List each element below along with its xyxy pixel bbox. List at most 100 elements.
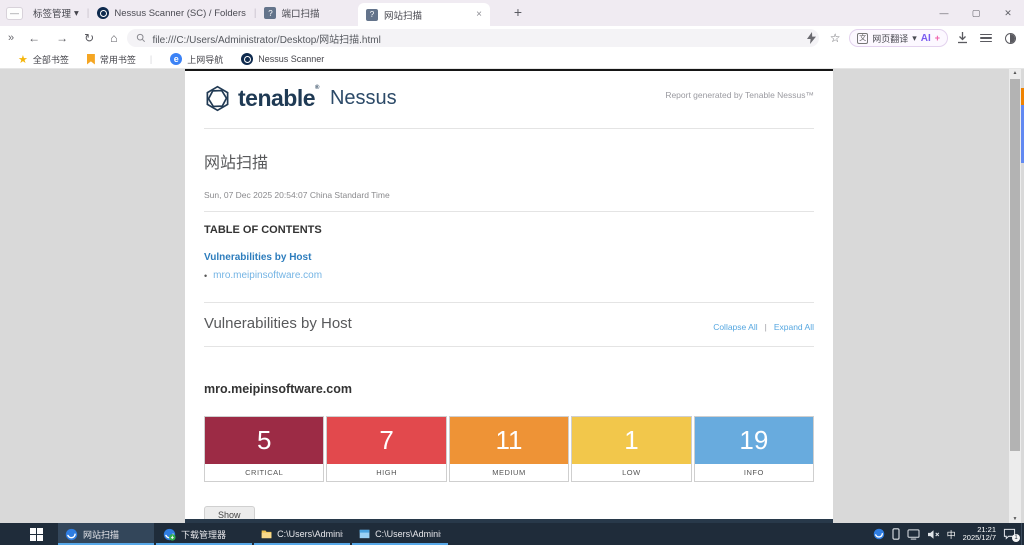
star-icon: ★ — [18, 53, 28, 66]
network-display-icon[interactable] — [907, 529, 920, 540]
phone-link-icon[interactable] — [892, 528, 900, 540]
bookmarks-bar: ★ 全部书签 常用书签 | e 上网导航 Nessus Scanner — [0, 50, 1024, 69]
quick-access-lightning-icon[interactable] — [801, 32, 821, 44]
html-doc-icon: ? — [264, 7, 276, 19]
bookmark-all[interactable]: ★ 全部书签 — [18, 53, 69, 66]
bullet: • — [204, 271, 207, 281]
severity-cell-medium: 11 MEDIUM — [449, 416, 569, 482]
theme-circle-icon[interactable] — [1000, 33, 1020, 44]
brand-nessus-text: Nessus — [330, 87, 397, 110]
taskbar-item-file-window[interactable]: C:\Users\Adminis... — [352, 523, 448, 545]
translate-label: 网页翻译 — [872, 32, 908, 45]
tenable-nessus-logo: tenable® Nessus — [204, 85, 397, 112]
taskbar-item-website-scan[interactable]: 网站扫描 — [58, 523, 154, 545]
high-count: 7 — [327, 417, 445, 464]
translate-icon: 文 — [857, 33, 868, 44]
close-button[interactable]: ✕ — [992, 0, 1024, 26]
desktop-screen: — 标签管理 ▾ | Nessus Scanner (SC) / Folders… — [0, 0, 1024, 545]
report-header: tenable® Nessus Report generated by Tena… — [204, 85, 814, 112]
minimize-button[interactable]: — — [928, 0, 960, 26]
bookmark-nessus-scanner[interactable]: Nessus Scanner — [241, 53, 324, 65]
window-icon — [359, 528, 370, 540]
tab-port-scan[interactable]: ? 端口扫描 — [264, 6, 319, 20]
close-tab-icon[interactable]: × — [476, 9, 482, 20]
taskbar-item-folder[interactable]: C:\Users\Adminis... — [254, 523, 350, 545]
expand-all-link[interactable]: Expand All — [774, 322, 814, 332]
bookmarks-separator: | — [150, 54, 152, 64]
host-heading: mro.meipinsoftware.com — [204, 382, 814, 396]
info-label: INFO — [695, 464, 813, 481]
volume-muted-icon[interactable] — [927, 529, 940, 540]
ai-button[interactable]: AI — [921, 33, 931, 44]
toc-host-link[interactable]: mro.meipinsoftware.com — [213, 270, 322, 281]
ime-indicator[interactable]: 中 — [947, 528, 956, 541]
section-actions: Collapse All | Expand All — [713, 322, 814, 332]
collapse-all-link[interactable]: Collapse All — [713, 322, 757, 332]
maximize-button[interactable]: ▢ — [960, 0, 992, 26]
scroll-down-icon[interactable]: ▼ — [1009, 516, 1021, 522]
bookmark-star-icon[interactable]: ☆ — [825, 31, 845, 45]
workspace-icon[interactable]: — — [6, 7, 23, 20]
windows-taskbar: 网站扫描 下载管理器 C:\Users\Adminis... — [0, 523, 1024, 545]
browser-viewport: tenable® Nessus Report generated by Tena… — [0, 69, 1024, 523]
critical-count: 5 — [205, 417, 323, 464]
toc-heading: TABLE OF CONTENTS — [204, 224, 814, 236]
tab-manager-button[interactable]: 标签管理 ▾ — [33, 6, 79, 20]
new-tab-button[interactable]: + — [508, 2, 528, 22]
globe-e-icon: e — [170, 53, 182, 65]
reload-icon[interactable]: ↻ — [76, 31, 102, 45]
nessus-favicon-icon — [97, 7, 109, 19]
clock-date: 2025/12/7 — [963, 534, 996, 543]
divider — [204, 302, 814, 303]
scrollbar-thumb[interactable] — [1010, 79, 1020, 451]
forward-icon[interactable]: → — [48, 31, 76, 45]
downloads-icon[interactable] — [952, 32, 972, 44]
critical-label: CRITICAL — [205, 464, 323, 481]
translate-pill[interactable]: 文 网页翻译 ▾ AI + — [849, 29, 948, 47]
search-icon — [136, 33, 146, 43]
tab-nessus-scanner[interactable]: Nessus Scanner (SC) / Folders — [97, 7, 245, 19]
ai-plus-icon: + — [935, 33, 940, 43]
system-tray: 中 21:21 2025/12/7 1 — [873, 523, 1024, 545]
bookmark-label: 上网导航 — [187, 53, 223, 66]
registered-mark: ® — [315, 85, 319, 91]
tab-manager-label: 标签管理 — [33, 6, 71, 20]
home-icon[interactable]: ⌂ — [102, 31, 125, 45]
links-separator: | — [765, 322, 767, 332]
tab-website-scan-active[interactable]: ? 网站扫描 × — [358, 3, 490, 26]
taskbar-item-download-manager[interactable]: 下载管理器 — [156, 523, 252, 545]
divider — [204, 346, 814, 347]
page-scrollbar[interactable]: ▲ ▼ — [1009, 69, 1021, 523]
medium-count: 11 — [450, 417, 568, 464]
sidebar-overflow-icon[interactable]: » — [0, 32, 20, 44]
toc-section-link[interactable]: Vulnerabilities by Host — [204, 252, 814, 263]
severity-cell-info: 19 INFO — [694, 416, 814, 482]
chevron-down-icon: ▾ — [912, 33, 917, 44]
severity-cell-low: 1 LOW — [571, 416, 691, 482]
generated-by-text: Report generated by Tenable Nessus™ — [665, 90, 814, 100]
taskbar-item-label: 网站扫描 — [83, 528, 119, 541]
html-doc-icon: ? — [366, 9, 378, 21]
browser-icon — [65, 528, 78, 541]
address-bar: » ← → ↻ ⌂ file:///C:/Users/Administrator… — [0, 26, 1024, 50]
url-text: file:///C:/Users/Administrator/Desktop/网… — [152, 31, 380, 46]
start-button[interactable] — [14, 523, 58, 545]
clock[interactable]: 21:21 2025/12/7 — [963, 526, 996, 543]
reading-list-icon[interactable] — [976, 34, 996, 43]
download-manager-icon — [163, 528, 176, 541]
scroll-up-icon[interactable]: ▲ — [1009, 70, 1021, 76]
bookmark-label: Nessus Scanner — [258, 54, 324, 64]
tab-separator: | — [254, 8, 257, 19]
tab-label: 端口扫描 — [281, 6, 319, 20]
bookmark-frequent[interactable]: 常用书签 — [87, 53, 136, 66]
section-heading: Vulnerabilities by Host — [204, 315, 352, 332]
back-icon[interactable]: ← — [20, 31, 48, 45]
browser-tab-bar: — 标签管理 ▾ | Nessus Scanner (SC) / Folders… — [0, 0, 1024, 26]
low-label: LOW — [572, 464, 690, 481]
notification-center[interactable]: 1 — [1003, 528, 1016, 540]
taskbar-item-label: 下载管理器 — [181, 528, 226, 541]
bookmark-web-nav[interactable]: e 上网导航 — [170, 53, 223, 66]
nessus-icon — [241, 53, 253, 65]
url-input[interactable]: file:///C:/Users/Administrator/Desktop/网… — [127, 29, 819, 47]
tray-browser-icon[interactable] — [873, 528, 885, 540]
